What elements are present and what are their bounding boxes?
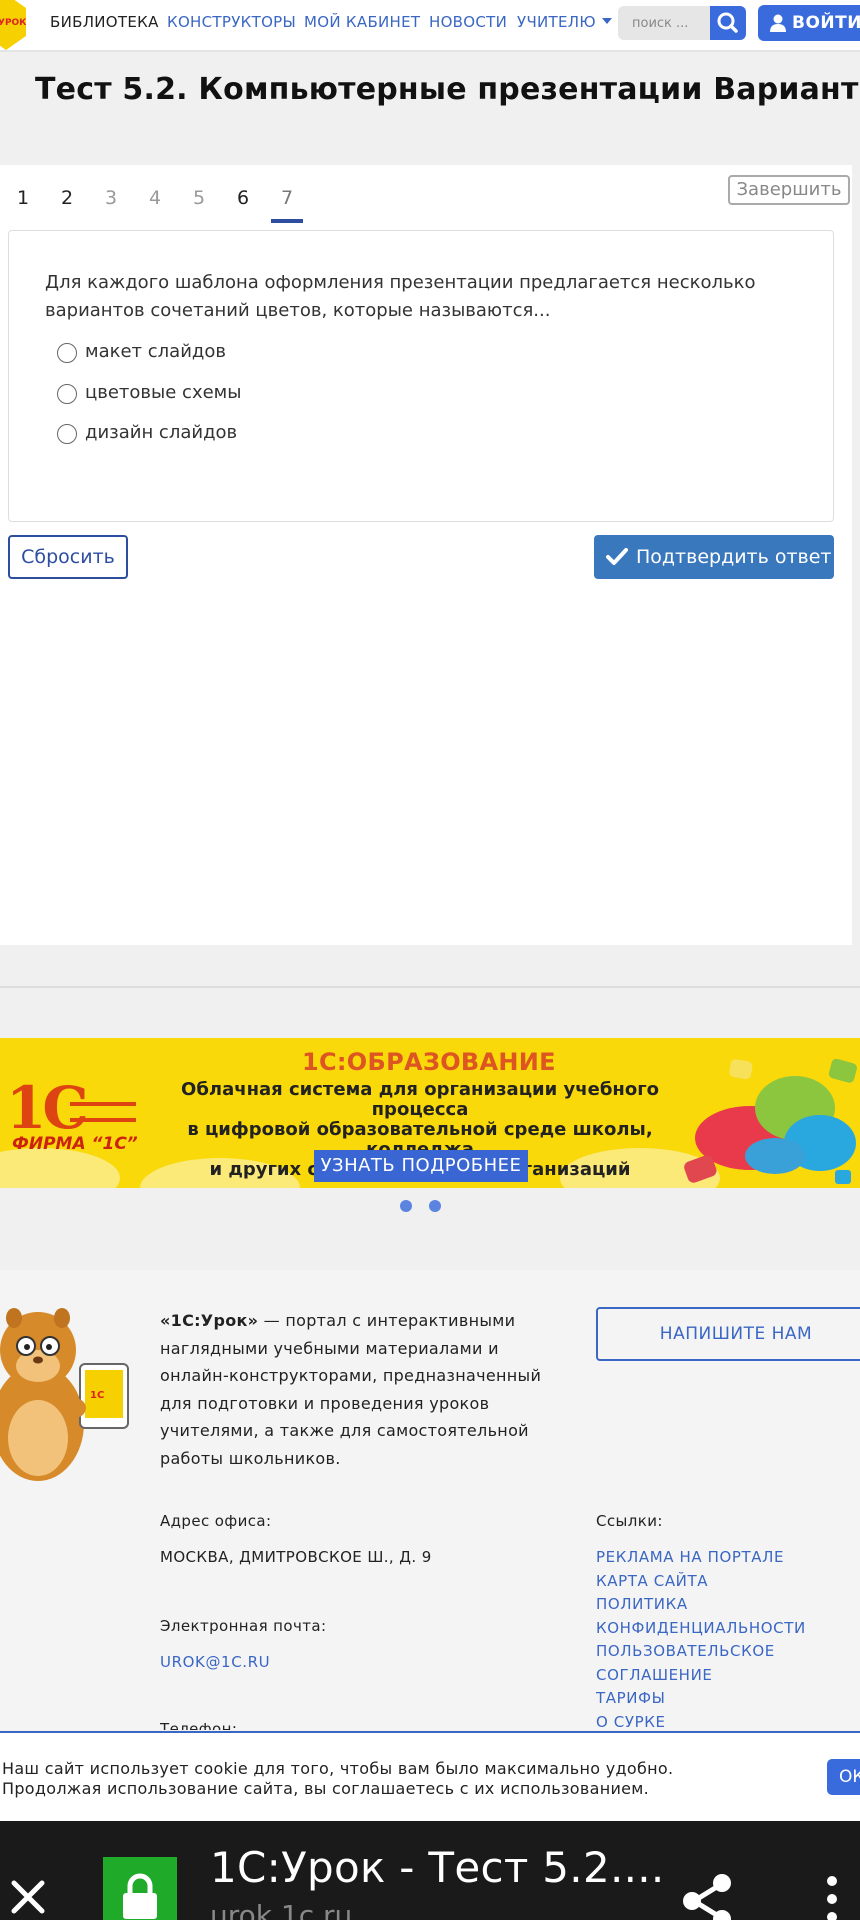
- puzzle-cloud-icon: [684, 1058, 857, 1184]
- confirm-label: Подтвердить ответ: [636, 546, 832, 568]
- more-menu-icon[interactable]: [826, 1875, 838, 1920]
- footer: 1С «1С:Урок» — портал с интерактивными н…: [0, 1270, 860, 1731]
- logo-text: УРОК: [0, 18, 27, 28]
- search-icon: [717, 12, 738, 33]
- current-question-indicator: [271, 219, 303, 223]
- firm-1c-caption: ФИРМА “1С”: [12, 1134, 138, 1154]
- learn-more-button[interactable]: УЗНАТЬ ПОДРОБНЕЕ: [314, 1150, 528, 1182]
- search-box: [618, 6, 710, 40]
- footer-links: РЕКЛАМА НА ПОРТАЛЕ КАРТА САЙТА ПОЛИТИКА …: [596, 1546, 856, 1734]
- nav-library[interactable]: БИБЛИОТЕКА: [50, 13, 159, 31]
- option-label: макет слайдов: [85, 341, 226, 362]
- nav-teacher-label: УЧИТЕЛЮ: [517, 13, 596, 31]
- banner-title: 1С:ОБРАЗОВАНИЕ: [302, 1048, 556, 1076]
- top-navigation: УРОК БИБЛИОТЕКА КОНСТРУКТОРЫ МОЙ КАБИНЕТ…: [0, 0, 860, 52]
- radio-button[interactable]: [57, 343, 77, 363]
- about-brand: «1С:Урок»: [160, 1311, 259, 1330]
- cookie-line: Продолжая использование сайта, вы соглаш…: [2, 1779, 650, 1798]
- banner-pagination: [0, 1198, 860, 1214]
- firm-1c-logo-lines: [70, 1102, 136, 1122]
- cookie-accept-button[interactable]: ОК: [827, 1759, 860, 1795]
- user-icon: [770, 14, 786, 32]
- chevron-down-icon: [601, 18, 612, 24]
- share-icon[interactable]: [680, 1869, 736, 1920]
- footer-link-advertising[interactable]: РЕКЛАМА НА ПОРТАЛЕ: [596, 1546, 856, 1570]
- footer-link-user-agreement[interactable]: ПОЛЬЗОВАТЕЛЬСКОЕ: [596, 1640, 856, 1664]
- nav-news[interactable]: НОВОСТИ: [429, 13, 507, 31]
- question-card: Для каждого шаблона оформления презентац…: [8, 230, 834, 522]
- cookie-line: Наш сайт использует cookie для того, что…: [2, 1759, 674, 1778]
- tab-url[interactable]: urok.1c.ru: [210, 1899, 352, 1920]
- question-number-2[interactable]: 2: [52, 187, 82, 209]
- question-text: Для каждого шаблона оформления презентац…: [45, 272, 756, 321]
- option-label: дизайн слайдов: [85, 422, 238, 443]
- tab-title[interactable]: 1С:Урок - Тест 5.2....: [210, 1843, 665, 1892]
- question-number-3[interactable]: 3: [96, 187, 126, 209]
- cookie-notice: Наш сайт использует cookie для того, что…: [0, 1731, 860, 1821]
- question-number-7[interactable]: 7: [272, 187, 302, 209]
- nav-constructors[interactable]: КОНСТРУКТОРЫ: [167, 13, 296, 31]
- login-label: ВОЙТИ: [792, 13, 860, 33]
- section-divider: [0, 986, 860, 988]
- carousel-dot[interactable]: [400, 1200, 412, 1212]
- secure-connection-badge[interactable]: [103, 1857, 177, 1920]
- svg-text:1С: 1С: [90, 1390, 104, 1401]
- address-label: Адрес офиса:: [160, 1512, 272, 1530]
- write-us-button[interactable]: НАПИШИТЕ НАМ: [596, 1307, 860, 1361]
- search-input[interactable]: [618, 6, 710, 40]
- question-number-1[interactable]: 1: [8, 187, 38, 209]
- test-panel: 1234567 Завершить Для каждого шаблона оф…: [0, 165, 852, 945]
- email-label: Электронная почта:: [160, 1617, 327, 1635]
- nav-teacher[interactable]: УЧИТЕЛЮ: [517, 13, 612, 31]
- radio-button[interactable]: [57, 424, 77, 444]
- nav-cabinet[interactable]: МОЙ КАБИНЕТ: [304, 13, 420, 31]
- phone-label: Телефон:: [160, 1720, 238, 1730]
- question-number-6[interactable]: 6: [228, 187, 258, 209]
- email-link[interactable]: UROK@1C.RU: [160, 1653, 270, 1671]
- footer-link-sitemap[interactable]: КАРТА САЙТА: [596, 1570, 856, 1594]
- reset-button[interactable]: Сбросить: [8, 535, 128, 579]
- address-value: МОСКВА, ДМИТРОВСКОЕ Ш., Д. 9: [160, 1548, 432, 1566]
- site-logo[interactable]: УРОК: [0, 0, 26, 50]
- footer-link-user-agreement[interactable]: СОГЛАШЕНИЕ: [596, 1664, 856, 1688]
- promo-banner[interactable]: 1С ФИРМА “1С” 1С:ОБРАЗОВАНИЕ Облачная си…: [0, 1038, 860, 1188]
- option-label: цветовые схемы: [85, 382, 242, 403]
- question-number-4[interactable]: 4: [140, 187, 170, 209]
- banner-line: Облачная система для организации учебног…: [181, 1079, 659, 1120]
- search-button[interactable]: [710, 6, 746, 40]
- close-icon[interactable]: [8, 1877, 48, 1917]
- banner-cloud-decoration: [0, 1148, 120, 1188]
- page-title: Тест 5.2. Компьютерные презентации Вариа…: [35, 72, 860, 107]
- confirm-answer-button[interactable]: Подтвердить ответ: [594, 535, 834, 579]
- finish-button[interactable]: Завершить: [728, 175, 850, 205]
- links-label: Ссылки:: [596, 1512, 663, 1530]
- cookie-text: Наш сайт использует cookie для того, что…: [2, 1759, 822, 1799]
- groundhog-mascot-icon: 1С: [0, 1308, 129, 1481]
- question-number-5[interactable]: 5: [184, 187, 214, 209]
- login-button[interactable]: ВОЙТИ: [758, 5, 860, 41]
- footer-link-privacy[interactable]: ПОЛИТИКА: [596, 1593, 856, 1617]
- browser-toolbar: 1С:Урок - Тест 5.2.... urok.1c.ru: [0, 1821, 860, 1920]
- carousel-dot[interactable]: [429, 1200, 441, 1212]
- radio-button[interactable]: [57, 384, 77, 404]
- lock-icon: [123, 1873, 157, 1919]
- about-description: — портал с интерактивными наглядными уче…: [160, 1311, 542, 1468]
- about-portal-text: «1С:Урок» — портал с интерактивными нагл…: [160, 1307, 570, 1472]
- check-icon: [606, 548, 628, 565]
- footer-link-privacy[interactable]: КОНФИДЕНЦИАЛЬНОСТИ: [596, 1617, 856, 1641]
- footer-link-tariffs[interactable]: ТАРИФЫ: [596, 1687, 856, 1711]
